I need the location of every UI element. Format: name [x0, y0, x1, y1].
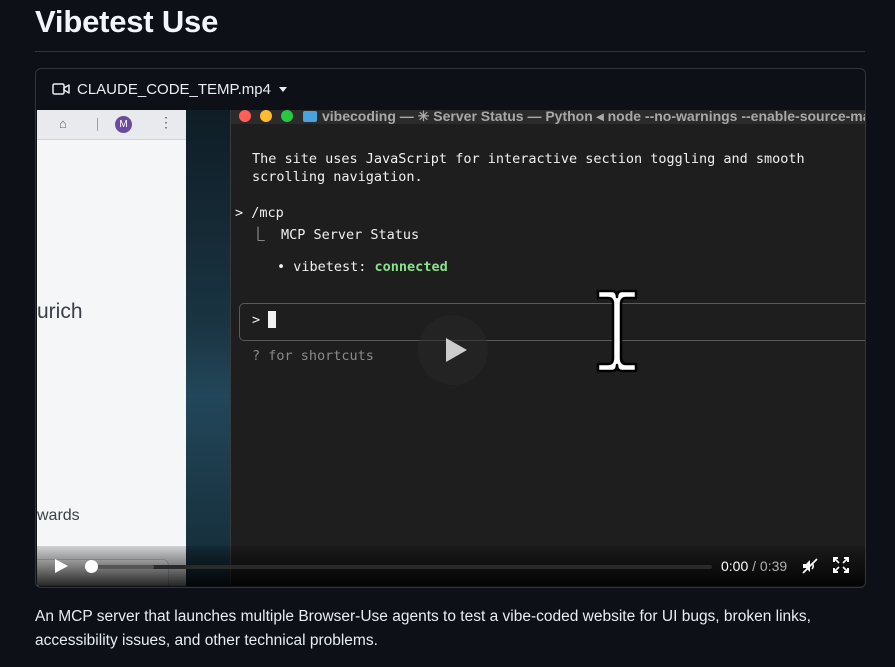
project-description: An MCP server that launches multiple Bro…	[35, 608, 811, 649]
video-camera-icon	[52, 82, 70, 96]
desktop-wallpaper	[186, 110, 230, 586]
terminal-titlebar: vibecoding — ✳ Server Status — Python ◂ …	[231, 110, 865, 124]
kebab-menu-icon: ⋮	[159, 114, 173, 130]
seek-thumb[interactable]	[85, 560, 98, 573]
text-cursor-icon	[594, 288, 640, 379]
video-player[interactable]: ⌂ M ⋮ urich wards vibecoding — ✳ Server …	[37, 110, 865, 586]
fullscreen-icon[interactable]	[833, 557, 849, 578]
video-file-header[interactable]: CLAUDE_CODE_TEMP.mp4	[36, 69, 865, 109]
extension-icon: ⌂	[59, 116, 67, 131]
terminal-status-heading: ⎿ MCP Server Status	[235, 227, 420, 243]
terminal-title: vibecoding — ✳ Server Status — Python ◂ …	[303, 110, 865, 125]
buffered-range	[92, 565, 154, 569]
time-display: 0:00 / 0:39	[721, 558, 788, 574]
video-frame-browser-window: ⌂ M ⋮ urich wards	[37, 110, 186, 586]
shortcuts-hint: ? for shortcuts	[252, 348, 374, 364]
play-overlay-button[interactable]	[418, 315, 488, 385]
close-window-icon	[239, 110, 251, 122]
chevron-down-icon[interactable]	[278, 86, 287, 92]
terminal-command: > /mcp	[235, 205, 284, 221]
terminal-server-line: • vibetest: connected	[277, 259, 448, 275]
heading-divider	[35, 51, 865, 52]
avatar: M	[115, 116, 132, 133]
terminal-cursor	[268, 311, 276, 328]
video-controls-bar: 0:00 / 0:39	[37, 546, 865, 586]
server-status-connected: connected	[374, 259, 448, 275]
video-file-name[interactable]: CLAUDE_CODE_TEMP.mp4	[77, 81, 271, 98]
mute-icon[interactable]	[801, 557, 819, 580]
minimize-window-icon	[260, 110, 272, 122]
video-attachment-card: CLAUDE_CODE_TEMP.mp4 ⌂ M ⋮ urich wards v…	[35, 68, 866, 588]
seek-bar[interactable]	[92, 565, 712, 569]
terminal-prompt: >	[252, 312, 261, 328]
video-frame-terminal-window: vibecoding — ✳ Server Status — Python ◂ …	[230, 110, 865, 586]
browser-page-text: wards	[37, 507, 80, 524]
section-heading: Vibetest Use	[35, 4, 219, 39]
browser-page-text: urich	[37, 300, 83, 323]
terminal-output-line: scrolling navigation.	[252, 169, 423, 185]
toolbar-divider	[97, 118, 98, 131]
terminal-input-box	[239, 303, 865, 341]
folder-icon	[303, 111, 317, 122]
browser-toolbar: ⌂ M ⋮	[37, 110, 186, 140]
play-icon[interactable]	[55, 559, 68, 573]
maximize-window-icon	[281, 110, 293, 122]
terminal-output-line: The site uses JavaScript for interactive…	[252, 151, 805, 167]
